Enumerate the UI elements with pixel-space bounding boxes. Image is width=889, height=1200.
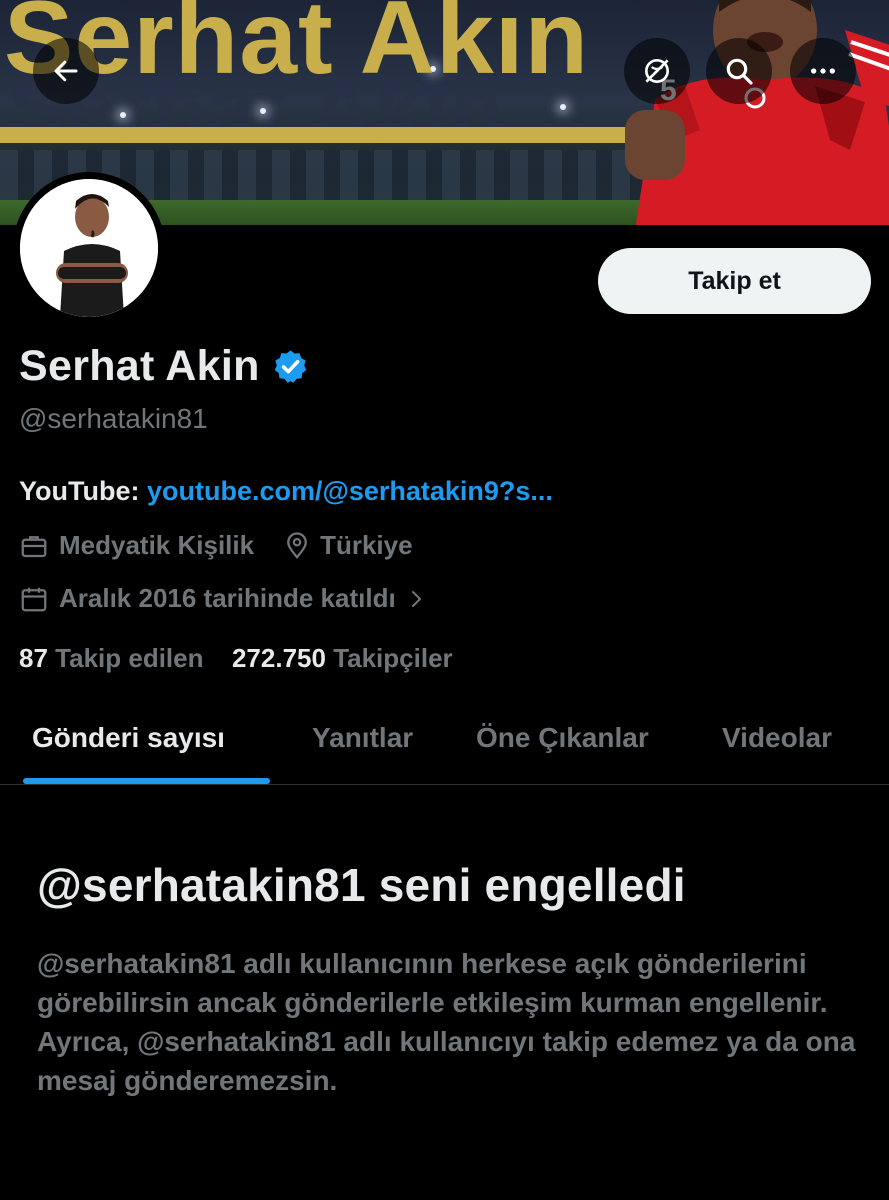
person-photo — [20, 179, 158, 317]
briefcase-icon — [21, 535, 47, 557]
avatar-image — [20, 179, 158, 317]
calendar-icon — [21, 587, 47, 611]
blocked-message: @serhatakin81 adlı kullanıcının herkese … — [37, 948, 856, 1096]
profession: Medyatik Kişilik — [59, 530, 255, 560]
followers-link[interactable]: 272.750 Takipçiler — [232, 643, 453, 673]
location: Türkiye — [320, 530, 413, 560]
more-horizontal-icon — [811, 68, 835, 74]
player-photo: 5 — [625, 0, 889, 225]
followers-count: 272.750 — [231, 643, 326, 673]
chevron-right-icon — [411, 590, 421, 607]
banner-gold-bar — [0, 127, 630, 143]
search-icon — [726, 58, 753, 85]
followers-label: Takipçiler — [333, 643, 453, 673]
avatar[interactable] — [13, 172, 165, 324]
location-pin-icon — [287, 531, 307, 559]
search-button[interactable] — [706, 38, 772, 104]
following-link[interactable]: 87 Takip edilen — [19, 643, 211, 673]
follow-button[interactable]: Takip et — [598, 248, 871, 314]
tab-videos[interactable]: Videolar — [722, 722, 832, 754]
verified-badge-icon[interactable] — [272, 348, 309, 385]
joined-row[interactable]: Aralık 2016 tarihinde katıldı — [19, 583, 428, 614]
following-label: Takip edilen — [55, 643, 204, 673]
back-button[interactable] — [33, 38, 99, 104]
active-tab-indicator — [23, 778, 270, 784]
profile-page: Serhat Akın Serhat Akın 5 — [0, 0, 889, 1200]
bio-link[interactable]: youtube.com/@serhatakin9?s... — [147, 476, 553, 506]
arrow-left-icon — [54, 60, 78, 82]
stadium-light — [260, 108, 266, 114]
translate-button[interactable] — [624, 38, 690, 104]
globe-strike-icon — [645, 59, 669, 83]
follow-counts: 87 Takip edilen 272.750 Takipçiler — [19, 643, 453, 674]
profile-meta-row: Medyatik Kişilik Türkiye — [19, 530, 413, 561]
profile-name-row: Serhat Akin — [19, 342, 309, 391]
more-button[interactable] — [790, 38, 856, 104]
tab-highlights[interactable]: Öne Çıkanlar — [476, 722, 649, 754]
display-name: Serhat Akin — [19, 342, 260, 390]
blocked-title: @serhatakin81 seni engelledi — [37, 859, 686, 911]
tab-replies[interactable]: Yanıtlar — [312, 722, 413, 754]
joined-date: Aralık 2016 tarihinde katıldı — [59, 583, 396, 613]
stadium-light — [560, 104, 566, 110]
profile-tabs: Gönderi sayısı Yanıtlar Öne Çıkanlar Vid… — [0, 700, 889, 785]
profile-handle: @serhatakin81 — [19, 403, 208, 434]
stadium-light — [120, 112, 126, 118]
tab-posts[interactable]: Gönderi sayısı — [32, 722, 225, 754]
bio-label: YouTube: — [19, 476, 140, 506]
profile-bio: YouTube: youtube.com/@serhatakin9?s... — [19, 476, 553, 507]
following-count: 87 — [19, 643, 48, 673]
